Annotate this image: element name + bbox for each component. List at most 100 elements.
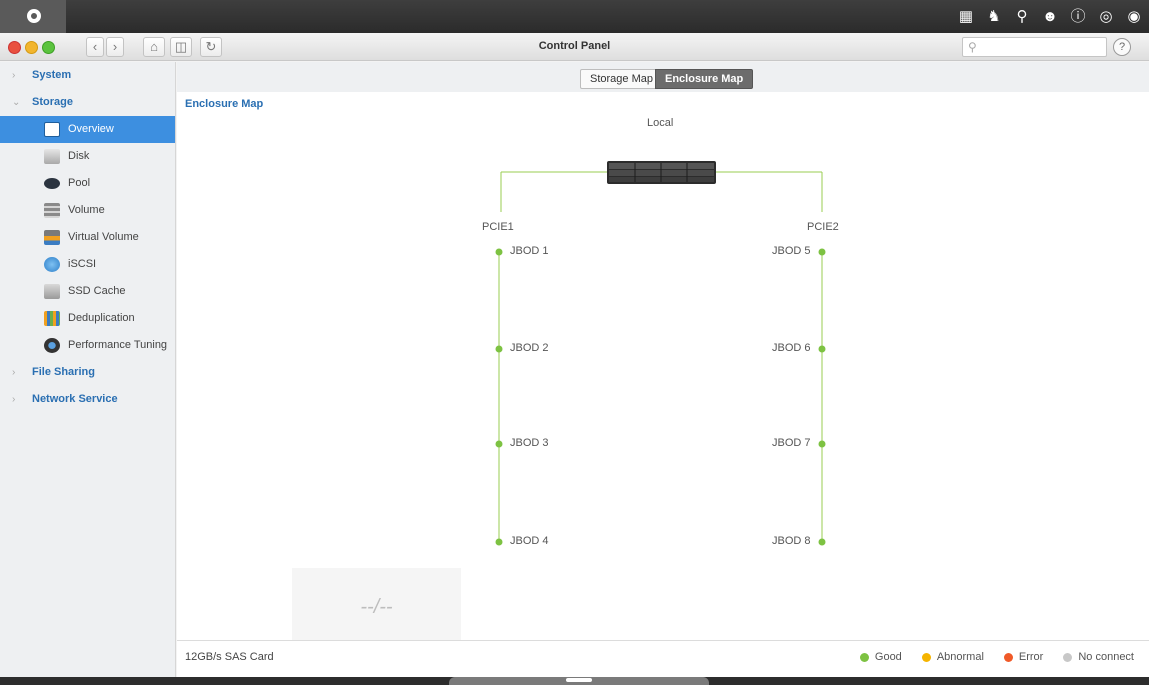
jbod-status-dot [495, 248, 503, 256]
disk-icon [44, 149, 60, 164]
sidebar-item-label: iSCSI [68, 258, 97, 270]
local-label: Local [647, 117, 674, 129]
user-icon[interactable]: ☻ [1041, 8, 1059, 26]
sidebar-category-label: Storage [32, 96, 73, 108]
dashboard-icon[interactable]: ◉ [1125, 8, 1143, 26]
chevron-right-icon: › [12, 367, 16, 378]
jbod-label[interactable]: JBOD 2 [510, 342, 549, 354]
error-dot-icon [1003, 652, 1013, 662]
volume-icon [44, 203, 60, 218]
deduplication-icon [44, 311, 60, 326]
good-dot-icon [859, 652, 869, 662]
sidebar-category-network-service[interactable]: › Network Service [0, 386, 175, 413]
dock-grip-icon [566, 678, 592, 682]
legend-label: Abnormal [936, 651, 984, 663]
jbod-status-dot [495, 538, 503, 546]
legend-label: No connect [1078, 651, 1134, 663]
bottom-dock [0, 677, 1149, 685]
pcie-left-label: PCIE1 [482, 221, 514, 233]
abnormal-dot-icon [921, 652, 931, 662]
legend-item-error: Error [1003, 651, 1044, 663]
globe-icon[interactable]: ◎ [1097, 8, 1115, 26]
sidebar-item-label: Virtual Volume [68, 231, 139, 243]
sidebar-item-pool[interactable]: Pool [0, 170, 175, 197]
jbod-status-dot [818, 440, 826, 448]
ssd-cache-icon [44, 284, 60, 299]
chevron-down-icon: ⌄ [12, 97, 21, 108]
jbod-label[interactable]: JBOD 6 [772, 342, 811, 354]
pool-icon [44, 178, 60, 189]
sidebar-item-iscsi[interactable]: iSCSI [0, 251, 175, 278]
sidebar-category-label: System [32, 69, 72, 81]
jbod-status-dot [818, 538, 826, 546]
sidebar-category-storage[interactable]: ⌄ Storage [0, 89, 175, 116]
sidebar-category-file-sharing[interactable]: › File Sharing [0, 359, 175, 386]
enclosure-map: Local PCIE1 PCIE2 JBOD 1 JBOD 2 JBOD 3 J… [177, 92, 1149, 647]
system-topbar: ▦ ♞ ⚲ ☻ ⓘ ◎ ◉ [0, 0, 1149, 33]
jbod-label[interactable]: JBOD 5 [772, 245, 811, 257]
sidebar-item-performance-tuning[interactable]: Performance Tuning [0, 332, 175, 359]
app-logo[interactable] [0, 0, 66, 33]
sidebar-item-ssd-cache[interactable]: SSD Cache [0, 278, 175, 305]
apps-icon[interactable]: ▦ [957, 8, 975, 26]
sidebar-item-label: SSD Cache [68, 285, 126, 297]
dock-handle[interactable] [449, 677, 709, 685]
sidebar-item-label: Overview [68, 123, 114, 135]
jbod-label[interactable]: JBOD 4 [510, 535, 549, 547]
performance-tuning-icon [44, 338, 60, 353]
jbod-label[interactable]: JBOD 1 [510, 245, 549, 257]
legend-item-good: Good [859, 651, 902, 663]
search-input[interactable]: ⚲ [962, 37, 1107, 57]
sidebar-item-label: Disk [68, 150, 90, 162]
sidebar-category-label: File Sharing [32, 366, 95, 378]
sidebar-item-deduplication[interactable]: Deduplication [0, 305, 175, 332]
tab-storage-map[interactable]: Storage Map [580, 69, 663, 89]
notification-icon[interactable]: ♞ [985, 8, 1003, 26]
sidebar-item-virtual-volume[interactable]: Virtual Volume [0, 224, 175, 251]
logo-icon [27, 9, 41, 23]
overview-icon [44, 122, 60, 137]
sidebar: › System ⌄ Storage Overview Disk Pool Vo… [0, 62, 176, 677]
nas-server-icon [607, 161, 716, 184]
sidebar-item-label: Pool [68, 177, 91, 189]
top-icons: ▦ ♞ ⚲ ☻ ⓘ ◎ ◉ [957, 0, 1143, 33]
chevron-right-icon: › [12, 394, 16, 405]
jbod-status-dot [495, 345, 503, 353]
status-bar: 12GB/s SAS Card Good Abnormal Error No c… [177, 640, 1149, 677]
pcie-right-label: PCIE2 [807, 221, 839, 233]
sidebar-category-system[interactable]: › System [0, 62, 175, 89]
enclosure-placeholder: --/-- [292, 568, 461, 647]
sidebar-category-label: Network Service [32, 393, 118, 405]
jbod-label[interactable]: JBOD 8 [772, 535, 811, 547]
legend-item-no-connect: No connect [1063, 651, 1134, 663]
legend-item-abnormal: Abnormal [921, 651, 984, 663]
sidebar-item-disk[interactable]: Disk [0, 143, 175, 170]
window-titlebar: ‹ › ⌂ ◫ ↻ Control Panel ⚲ ? [0, 33, 1149, 61]
sidebar-item-label: Volume [68, 204, 105, 216]
jbod-status-dot [495, 440, 503, 448]
virtual-volume-icon [44, 230, 60, 245]
sas-card-label: 12GB/s SAS Card [185, 651, 274, 663]
enclosure-links [495, 161, 826, 546]
legend-label: Error [1018, 651, 1044, 663]
tab-enclosure-map[interactable]: Enclosure Map [655, 69, 754, 89]
chevron-right-icon: › [12, 70, 16, 81]
help-icon[interactable]: ⓘ [1069, 8, 1087, 26]
iscsi-icon [44, 257, 60, 272]
sidebar-item-label: Deduplication [68, 312, 135, 324]
jbod-label[interactable]: JBOD 3 [510, 437, 549, 449]
no-connect-dot-icon [1063, 652, 1073, 662]
search-icon: ⚲ [968, 40, 977, 54]
search-icon[interactable]: ⚲ [1013, 8, 1031, 26]
tab-bar: Storage Map Enclosure Map [177, 62, 1149, 92]
sidebar-item-overview[interactable]: Overview [0, 116, 175, 143]
sidebar-item-label: Performance Tuning [68, 339, 168, 351]
jbod-status-dot [818, 248, 826, 256]
jbod-label[interactable]: JBOD 7 [772, 437, 811, 449]
legend-label: Good [874, 651, 902, 663]
jbod-status-dot [818, 345, 826, 353]
help-button[interactable]: ? [1113, 38, 1131, 56]
main-panel: Storage Map Enclosure Map Enclosure Map [177, 62, 1149, 677]
status-legend: Good Abnormal Error No connect [859, 651, 1134, 663]
sidebar-item-volume[interactable]: Volume [0, 197, 175, 224]
